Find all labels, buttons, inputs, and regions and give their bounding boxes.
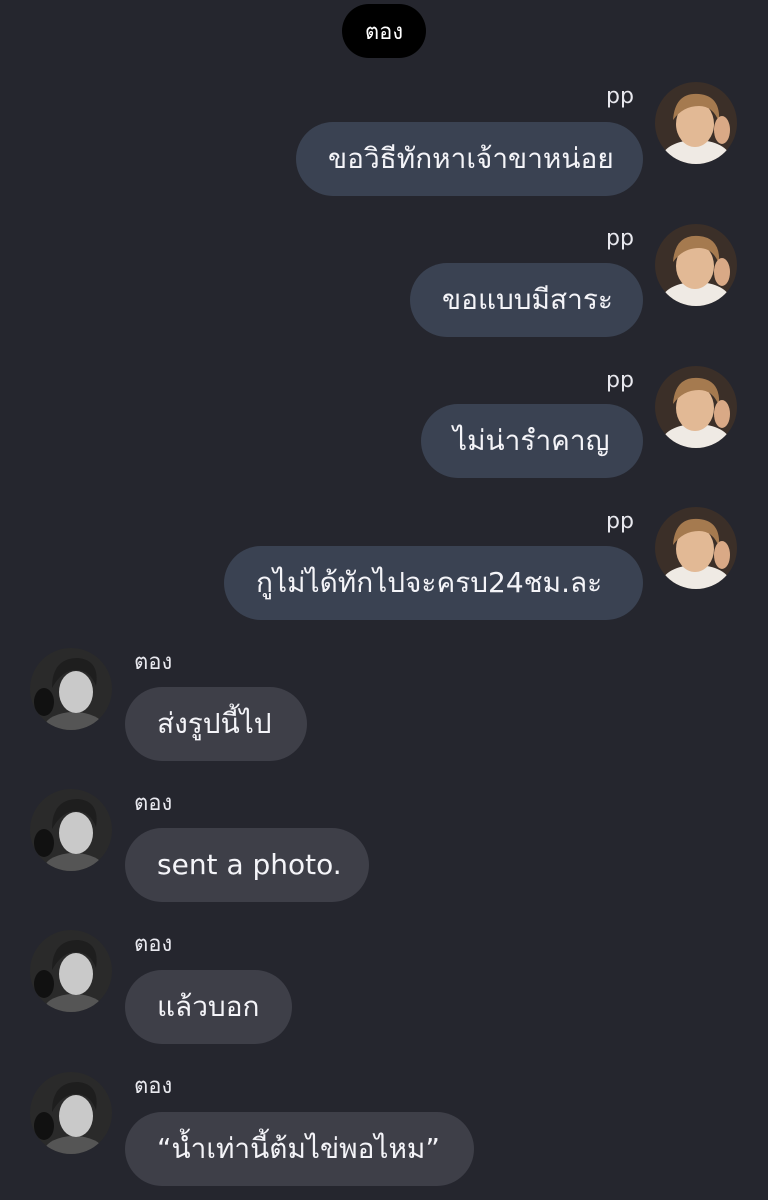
sender-name: ตอง [134, 1074, 173, 1099]
message-text: “น้ำเท่านี้ต้มไข่พอไหม” [157, 1132, 440, 1165]
sender-name: pp [606, 84, 634, 109]
message-bubble-incoming[interactable]: sent a photo. [125, 828, 369, 902]
avatar[interactable] [655, 507, 737, 589]
sender-name: ตอง [134, 932, 173, 957]
avatar[interactable] [655, 366, 737, 448]
avatar-photo-icon [655, 224, 737, 306]
message-bubble-incoming[interactable]: ส่งรูปนี้ไป [125, 687, 307, 761]
message-text: ขอวิธีทักหาเจ้าขาหน่อย [328, 142, 614, 175]
avatar[interactable] [655, 82, 737, 164]
avatar[interactable] [30, 789, 112, 871]
sender-name: ตอง [134, 791, 173, 816]
avatar[interactable] [655, 224, 737, 306]
message-text: ขอแบบมีสาระ [442, 283, 613, 316]
avatar-photo-icon [655, 507, 737, 589]
avatar[interactable] [30, 1072, 112, 1154]
sender-name: ตอง [134, 650, 173, 675]
avatar-photo-grayscale-icon [30, 648, 112, 730]
avatar-photo-grayscale-icon [30, 930, 112, 1012]
message-text: ส่งรูปนี้ไป [157, 707, 272, 740]
message-bubble-incoming[interactable]: “น้ำเท่านี้ต้มไข่พอไหม” [125, 1112, 474, 1186]
chat-title: ตอง [364, 19, 404, 45]
sender-name: pp [606, 226, 634, 251]
message-text: กูไม่ได้ทักไปจะครบ24ชม.ละ [256, 566, 603, 599]
avatar-photo-grayscale-icon [30, 1072, 112, 1154]
message-bubble-outgoing[interactable]: ขอวิธีทักหาเจ้าขาหน่อย [296, 122, 643, 196]
chat-title-pill[interactable]: ตอง [342, 4, 426, 58]
message-text: แล้วบอก [157, 990, 260, 1023]
message-bubble-outgoing[interactable]: ไม่น่ารำคาญ [421, 404, 643, 478]
message-bubble-incoming[interactable]: แล้วบอก [125, 970, 292, 1044]
avatar[interactable] [30, 648, 112, 730]
message-bubble-outgoing[interactable]: ขอแบบมีสาระ [410, 263, 643, 337]
avatar-photo-icon [655, 366, 737, 448]
sender-name: pp [606, 509, 634, 534]
message-bubble-outgoing[interactable]: กูไม่ได้ทักไปจะครบ24ชม.ละ [224, 546, 643, 620]
message-text: sent a photo. [157, 848, 342, 881]
avatar[interactable] [30, 930, 112, 1012]
avatar-photo-grayscale-icon [30, 789, 112, 871]
sender-name: pp [606, 368, 634, 393]
avatar-photo-icon [655, 82, 737, 164]
message-text: ไม่น่ารำคาญ [453, 424, 610, 457]
